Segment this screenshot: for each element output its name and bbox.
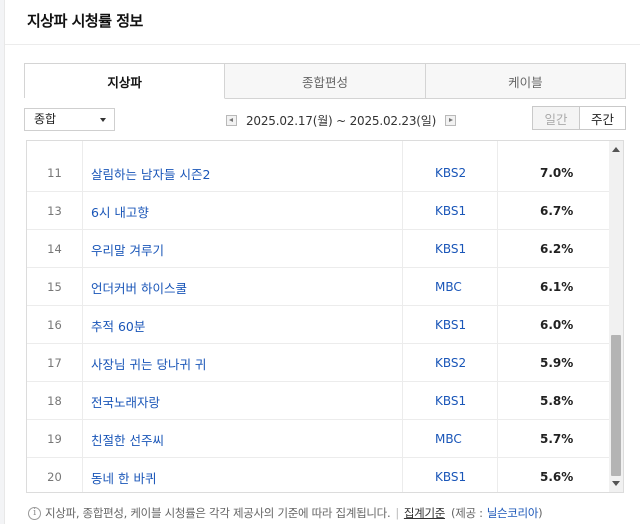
table-row: 17 사장님 귀는 당나귀 귀 KBS2 5.9%: [27, 344, 610, 382]
title-divider: [5, 44, 640, 45]
rating-cell: 6.1%: [540, 280, 574, 294]
program-link[interactable]: 사장님 귀는 당나귀 귀: [91, 344, 206, 382]
ratings-table: 11 살림하는 남자들 시즌2 KBS2 7.0% 13 6시 내고향 KBS1…: [26, 140, 624, 493]
table-row: 14 우리말 겨루기 KBS1 6.2%: [27, 230, 610, 268]
channel-link[interactable]: KBS1: [435, 382, 466, 420]
rating-cell: 7.0%: [540, 166, 574, 180]
rating-cell: 5.8%: [540, 394, 574, 408]
rank-cell: 17: [47, 356, 62, 370]
program-link[interactable]: 살림하는 남자들 시즌2: [91, 154, 210, 192]
program-link[interactable]: 언더커버 하이스쿨: [91, 268, 187, 306]
channel-link[interactable]: MBC: [435, 420, 462, 458]
rank-cell: 18: [47, 394, 62, 408]
program-link[interactable]: 전국노래자랑: [91, 382, 160, 420]
rating-cell: 6.0%: [540, 318, 574, 332]
rank-cell: 14: [47, 242, 62, 256]
dropdown-arrow-icon: [100, 118, 106, 122]
info-icon: i: [28, 506, 41, 520]
rating-cell: 5.6%: [540, 470, 574, 484]
scroll-up-icon[interactable]: [612, 147, 620, 152]
period-toggle: 일간 주간: [532, 106, 626, 130]
period-navigator: 2025.02.17(월) ~ 2025.02.23(일): [226, 110, 457, 130]
channel-link[interactable]: KBS2: [435, 154, 466, 192]
tab-general-programming[interactable]: 종합편성: [225, 64, 426, 99]
table-row: 20 동네 한 바퀴 KBS1 5.6%: [27, 458, 610, 492]
rating-cell: 5.7%: [540, 432, 574, 446]
channel-link[interactable]: KBS1: [435, 230, 466, 268]
table-row: 18 전국노래자랑 KBS1 5.8%: [27, 382, 610, 420]
rank-cell: 15: [47, 280, 62, 294]
channel-link[interactable]: KBS1: [435, 192, 466, 230]
channel-link[interactable]: KBS1: [435, 306, 466, 344]
ratings-panel: 지상파 시청률 정보 지상파 종합편성 케이블 종합 2025.02.17(월)…: [4, 0, 640, 524]
table-scrollbar[interactable]: [609, 141, 623, 492]
genre-select[interactable]: 종합: [24, 108, 115, 131]
rank-cell: 20: [47, 470, 62, 484]
channel-link[interactable]: KBS1: [435, 458, 466, 492]
rank-cell: 16: [47, 318, 62, 332]
footer-note-text: 지상파, 종합편성, 케이블 시청률은 각각 제공사의 기준에 따라 집계됩니다…: [45, 506, 391, 520]
program-link[interactable]: 동네 한 바퀴: [91, 458, 156, 492]
rank-cell: 11: [47, 166, 62, 180]
program-link[interactable]: 우리말 겨루기: [91, 230, 164, 268]
tab-terrestrial[interactable]: 지상파: [25, 64, 226, 99]
rating-cell: 5.9%: [540, 356, 574, 370]
program-link[interactable]: 추적 60분: [91, 306, 145, 344]
table-row: 19 친절한 선주씨 MBC 5.7%: [27, 420, 610, 458]
criteria-link[interactable]: 집계기준: [404, 505, 445, 521]
table-row: 15 언더커버 하이스쿨 MBC 6.1%: [27, 268, 610, 306]
scroll-down-icon[interactable]: [612, 481, 620, 486]
section-title: 지상파 시청률 정보: [27, 12, 143, 30]
scrollbar-thumb[interactable]: [611, 335, 621, 476]
table-row: 11 살림하는 남자들 시즌2 KBS2 7.0%: [27, 154, 610, 192]
tab-cable[interactable]: 케이블: [425, 64, 626, 99]
next-period-button[interactable]: [445, 114, 457, 126]
table-row-partial: [27, 140, 610, 141]
provider-link[interactable]: 닐슨코리아: [487, 505, 539, 521]
provider-prefix: (제공 :: [451, 506, 483, 520]
weekly-button[interactable]: 주간: [579, 106, 626, 130]
rating-cell: 6.2%: [540, 242, 574, 256]
rating-cell: 6.7%: [540, 204, 574, 218]
daily-button[interactable]: 일간: [532, 106, 579, 130]
category-tabs: 지상파 종합편성 케이블: [24, 63, 626, 99]
footer-note: i 지상파, 종합편성, 케이블 시청률은 각각 제공사의 기준에 따라 집계됩…: [28, 505, 543, 521]
channel-link[interactable]: KBS2: [435, 344, 466, 382]
period-text: 2025.02.17(월) ~ 2025.02.23(일): [246, 113, 437, 128]
footer-separator: |: [395, 506, 399, 520]
program-link[interactable]: 6시 내고향: [91, 192, 149, 230]
program-link[interactable]: 친절한 선주씨: [91, 420, 164, 458]
provider-suffix: ): [538, 506, 543, 520]
previous-period-button[interactable]: [226, 114, 237, 126]
rank-cell: 13: [47, 204, 62, 218]
genre-select-value: 종합: [34, 112, 57, 126]
table-row: 13 6시 내고향 KBS1 6.7%: [27, 192, 610, 230]
rank-cell: 19: [47, 432, 62, 446]
channel-link[interactable]: MBC: [435, 268, 462, 306]
table-row: 16 추적 60분 KBS1 6.0%: [27, 306, 610, 344]
